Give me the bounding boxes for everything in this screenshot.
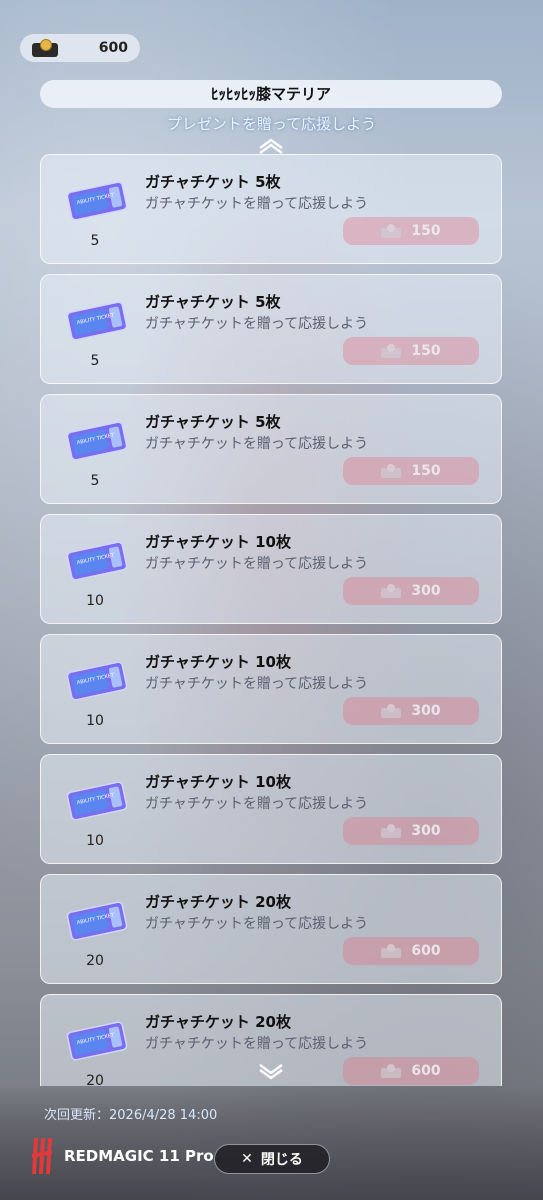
gift-card[interactable]: ABILITY TICKET 10 ガチャチケット 10枚 ガチャチケットを贈っ… (40, 754, 502, 864)
item-title: ガチャチケット 10枚 (145, 533, 291, 551)
gift-card[interactable]: ABILITY TICKET 10 ガチャチケット 10枚 ガチャチケットを贈っ… (40, 514, 502, 624)
item-description: ガチャチケットを贈って応援しよう (145, 916, 369, 932)
device-watermark: REDMAGIC 11 Pro (30, 1136, 214, 1176)
currency-box-icon (381, 944, 402, 958)
item-title: ガチャチケット 10枚 (145, 653, 291, 671)
item-quantity: 10 (86, 593, 104, 609)
ticket-icon: ABILITY TICKET (66, 901, 128, 941)
item-title: ガチャチケット 5枚 (145, 293, 281, 311)
price-button[interactable]: 150 (343, 457, 479, 485)
item-description: ガチャチケットを贈って応援しよう (145, 316, 369, 332)
price-button[interactable]: 150 (343, 217, 479, 245)
ticket-icon: ABILITY TICKET (66, 421, 128, 461)
item-quantity: 10 (86, 713, 104, 729)
item-description: ガチャチケットを贈って応援しよう (145, 676, 369, 692)
gift-card[interactable]: ABILITY TICKET 5 ガチャチケット 5枚 ガチャチケットを贈って応… (40, 274, 502, 384)
item-description: ガチャチケットを贈って応援しよう (145, 556, 369, 572)
item-title: ガチャチケット 20枚 (145, 893, 291, 911)
price-button[interactable]: 300 (343, 697, 479, 725)
item-quantity: 20 (86, 1073, 104, 1086)
item-quantity: 5 (90, 233, 100, 249)
gift-list[interactable]: ABILITY TICKET 5 ガチャチケット 5枚 ガチャチケットを贈って応… (40, 154, 502, 1086)
price-value: 300 (411, 583, 441, 599)
price-button[interactable]: 300 (343, 817, 479, 845)
price-value: 600 (411, 943, 441, 959)
currency-box-icon (381, 824, 402, 838)
ticket-icon: ABILITY TICKET (66, 661, 128, 701)
item-title: ガチャチケット 20枚 (145, 1013, 291, 1031)
item-quantity: 20 (86, 953, 104, 969)
close-button[interactable]: ✕ 閉じる (214, 1144, 330, 1174)
price-value: 600 (411, 1063, 441, 1079)
ticket-icon: ABILITY TICKET (66, 181, 128, 221)
gift-card[interactable]: ABILITY TICKET 5 ガチャチケット 5枚 ガチャチケットを贈って応… (40, 154, 502, 264)
price-value: 300 (411, 703, 441, 719)
ticket-icon: ABILITY TICKET (66, 781, 128, 821)
ticket-icon: ABILITY TICKET (66, 541, 128, 581)
item-description: ガチャチケットを贈って応援しよう (145, 196, 369, 212)
scroll-up-icon[interactable] (256, 138, 286, 154)
item-quantity: 5 (90, 473, 100, 489)
redmagic-logo-icon (32, 1138, 52, 1174)
price-button[interactable]: 600 (343, 1057, 479, 1085)
item-title: ガチャチケット 10枚 (145, 773, 291, 791)
page-title: ﾋｯﾋｯﾋｯ膝マテリア (40, 80, 502, 108)
gift-card[interactable]: ABILITY TICKET 20 ガチャチケット 20枚 ガチャチケットを贈っ… (40, 874, 502, 984)
page-subtitle: プレゼントを贈って応援しよう (166, 115, 377, 133)
price-button[interactable]: 300 (343, 577, 479, 605)
item-quantity: 10 (86, 833, 104, 849)
currency-box-icon (381, 584, 402, 598)
ticket-icon: ABILITY TICKET (66, 1021, 128, 1061)
price-value: 150 (411, 463, 441, 479)
scroll-down-icon[interactable] (256, 1064, 286, 1080)
currency-box-icon (381, 344, 402, 358)
item-description: ガチャチケットを贈って応援しよう (145, 436, 369, 452)
item-title: ガチャチケット 5枚 (145, 173, 281, 191)
item-quantity: 5 (90, 353, 100, 369)
item-title: ガチャチケット 5枚 (145, 413, 281, 431)
currency-box-icon (381, 224, 402, 238)
price-value: 150 (411, 343, 441, 359)
currency-box-icon (381, 464, 402, 478)
price-button[interactable]: 600 (343, 937, 479, 965)
currency-value: 600 (98, 40, 128, 56)
currency-box-icon (381, 1064, 402, 1078)
currency-box-icon (381, 704, 402, 718)
close-label: 閉じる (260, 1152, 303, 1168)
gift-card[interactable]: ABILITY TICKET 10 ガチャチケット 10枚 ガチャチケットを贈っ… (40, 634, 502, 744)
watermark-text: REDMAGIC 11 Pro (64, 1147, 214, 1165)
ticket-icon: ABILITY TICKET (66, 301, 128, 341)
currency-box-icon (30, 37, 60, 59)
price-button[interactable]: 150 (343, 337, 479, 365)
next-update-text: 次回更新：2026/4/28 14:00 (44, 1108, 218, 1123)
item-description: ガチャチケットを贈って応援しよう (145, 1036, 369, 1052)
gift-card[interactable]: ABILITY TICKET 5 ガチャチケット 5枚 ガチャチケットを贈って応… (40, 394, 502, 504)
close-icon: ✕ (241, 1151, 253, 1167)
item-description: ガチャチケットを贈って応援しよう (145, 796, 369, 812)
price-value: 150 (411, 223, 441, 239)
price-value: 300 (411, 823, 441, 839)
currency-display: 600 (20, 34, 140, 62)
